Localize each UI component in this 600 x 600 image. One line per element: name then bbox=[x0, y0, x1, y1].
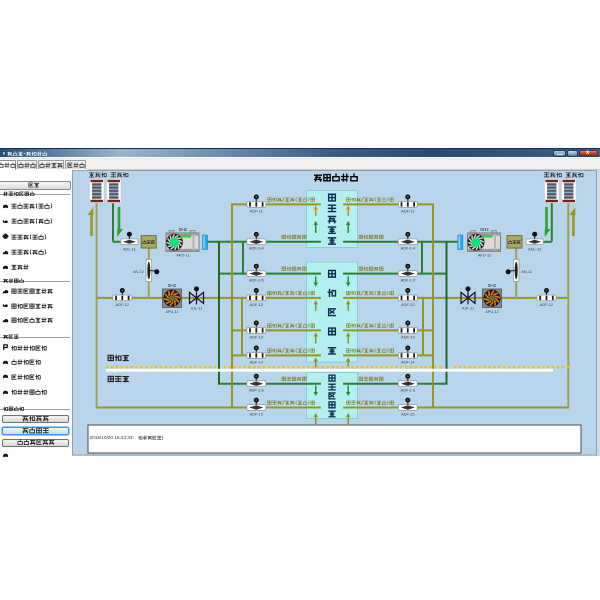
svg-text:0Hz: 0Hz bbox=[179, 227, 188, 233]
svg-text:0Hz: 0Hz bbox=[480, 227, 489, 233]
svg-text:ADF-14: ADF-14 bbox=[401, 359, 415, 364]
svg-text:ADF-1-6: ADF-1-6 bbox=[249, 388, 264, 393]
svg-text:ADF-15: ADF-15 bbox=[250, 411, 263, 416]
svg-text:ADF-1-4: ADF-1-4 bbox=[249, 246, 265, 251]
svg-text:APU-12: APU-12 bbox=[485, 309, 499, 314]
svg-text:ADF-12: ADF-12 bbox=[540, 302, 553, 307]
svg-text:AN-12: AN-12 bbox=[521, 269, 532, 274]
svg-text:2015/10/20 16:43:33:: 2015/10/20 16:43:33: bbox=[90, 435, 134, 440]
svg-text:ADF-1-4: ADF-1-4 bbox=[400, 246, 416, 251]
svg-text:ADF-12: ADF-12 bbox=[401, 302, 414, 307]
svg-text:AJF-11: AJF-11 bbox=[462, 305, 474, 310]
svg-text:ADF-11: ADF-11 bbox=[250, 208, 263, 213]
svg-text:AKD-12: AKD-12 bbox=[478, 253, 492, 258]
svg-text:ADF-1-6: ADF-1-6 bbox=[400, 388, 415, 393]
svg-text:ADL-11: ADL-11 bbox=[123, 246, 136, 251]
svg-text:ADF-1-5: ADF-1-5 bbox=[249, 278, 264, 283]
svg-text:ADL-12: ADL-12 bbox=[528, 246, 541, 251]
svg-text:APU-11: APU-11 bbox=[165, 309, 178, 314]
svg-text:AJL-11: AJL-11 bbox=[190, 305, 202, 310]
svg-text:ADF-1-5: ADF-1-5 bbox=[400, 278, 415, 283]
svg-text:ADF-13: ADF-13 bbox=[250, 334, 263, 339]
svg-text:ADF-11: ADF-11 bbox=[401, 208, 414, 213]
svg-text:ADF-15: ADF-15 bbox=[401, 411, 414, 416]
svg-text:AN-12: AN-12 bbox=[133, 269, 144, 274]
svg-text:0Hz: 0Hz bbox=[488, 283, 497, 289]
svg-text:0Hz: 0Hz bbox=[168, 283, 177, 289]
svg-text:AKD-11: AKD-11 bbox=[176, 253, 189, 258]
svg-text:ADF-14: ADF-14 bbox=[250, 359, 264, 364]
svg-text:ADF-12: ADF-12 bbox=[250, 302, 263, 307]
svg-text:ADF-13: ADF-13 bbox=[401, 334, 414, 339]
svg-text:ADF-12: ADF-12 bbox=[116, 302, 129, 307]
